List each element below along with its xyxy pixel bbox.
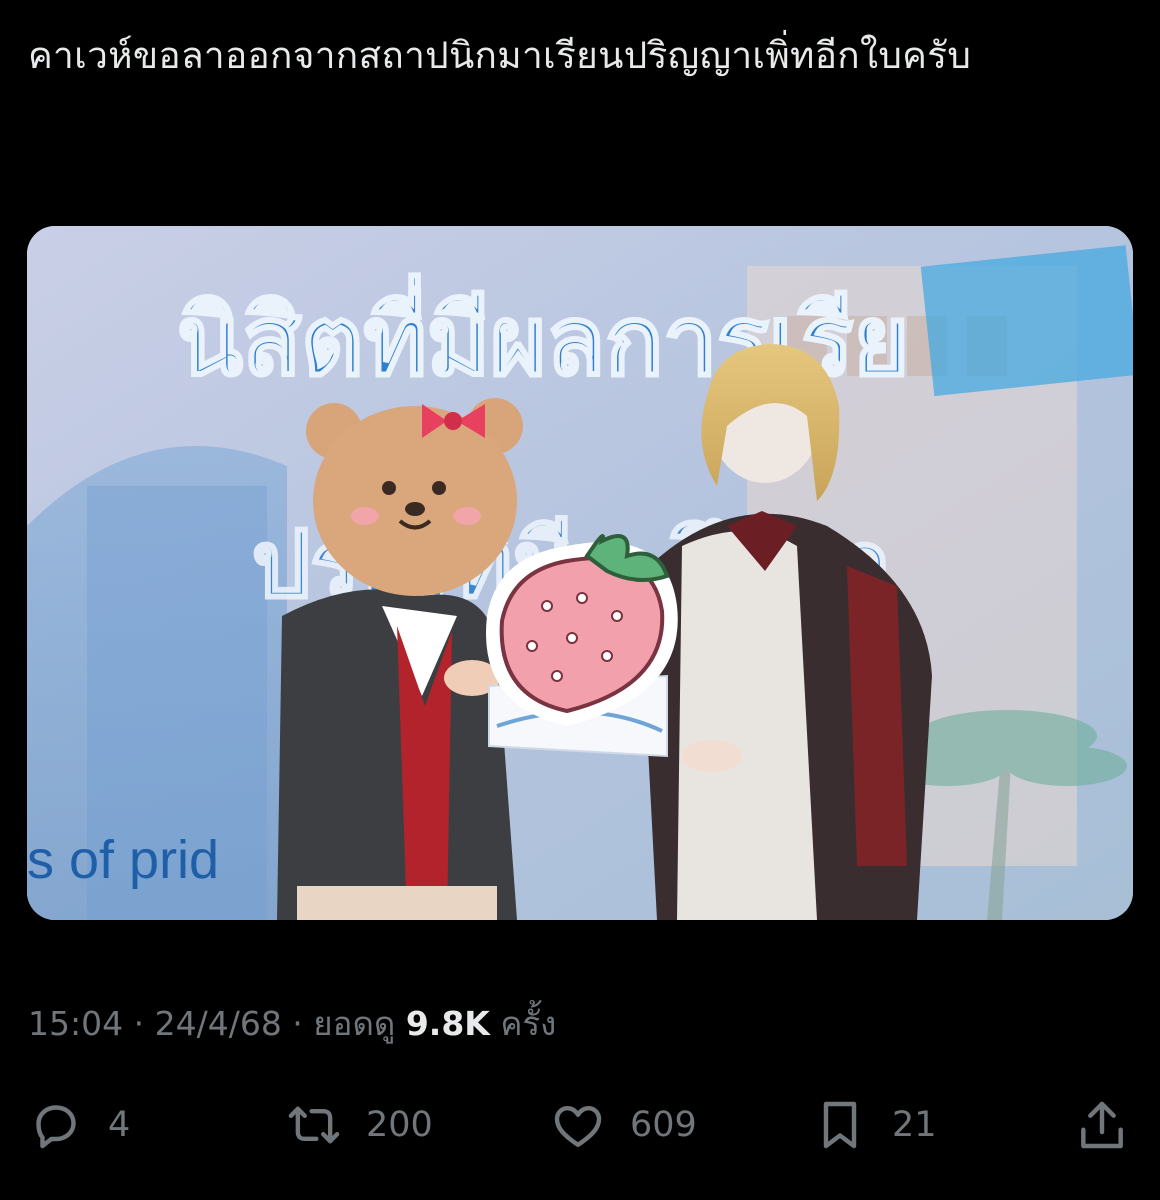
views-unit: ครั้ง xyxy=(500,1004,557,1043)
reply-button[interactable]: 4 xyxy=(26,1090,130,1160)
like-button[interactable]: 609 xyxy=(548,1090,697,1160)
bookmark-icon xyxy=(810,1095,870,1155)
views-label: ยอดดู xyxy=(313,1004,396,1043)
action-bar: 4 200 609 21 xyxy=(0,1090,1160,1160)
meta-separator: · xyxy=(281,1004,314,1043)
retweet-count: 200 xyxy=(366,1105,433,1145)
photo-illustration: นิสิตที่มีผลการเรีย ปร…ที่มี…ศึกษา s of … xyxy=(27,226,1133,920)
meta-separator: · xyxy=(123,1004,155,1043)
tweet-photo[interactable]: นิสิตที่มีผลการเรีย ปร…ที่มี…ศึกษา s of … xyxy=(27,226,1133,920)
retweet-button[interactable]: 200 xyxy=(284,1090,433,1160)
retweet-icon xyxy=(284,1095,344,1155)
reply-count: 4 xyxy=(108,1105,131,1145)
tweet-date[interactable]: 24/4/68 xyxy=(155,1004,282,1043)
bookmark-count: 21 xyxy=(892,1105,937,1145)
bookmark-button[interactable]: 21 xyxy=(810,1090,937,1160)
tweet-text: คาเวห์ขอลาออกจากสถาปนิกมาเรียนปริญญาเพิ่… xyxy=(28,34,972,77)
views-count: 9.8K xyxy=(405,1004,490,1043)
like-count: 609 xyxy=(630,1105,697,1145)
tweet-time[interactable]: 15:04 xyxy=(28,1004,123,1043)
heart-icon xyxy=(548,1095,608,1155)
share-icon xyxy=(1072,1095,1132,1155)
person-left xyxy=(277,589,517,920)
share-button[interactable] xyxy=(1072,1090,1132,1160)
banner-footer-text: s of prid xyxy=(27,830,219,890)
tweet-meta: 15:04 · 24/4/68 · ยอดดู 9.8K ครั้ง xyxy=(28,1002,556,1046)
reply-icon xyxy=(26,1095,86,1155)
